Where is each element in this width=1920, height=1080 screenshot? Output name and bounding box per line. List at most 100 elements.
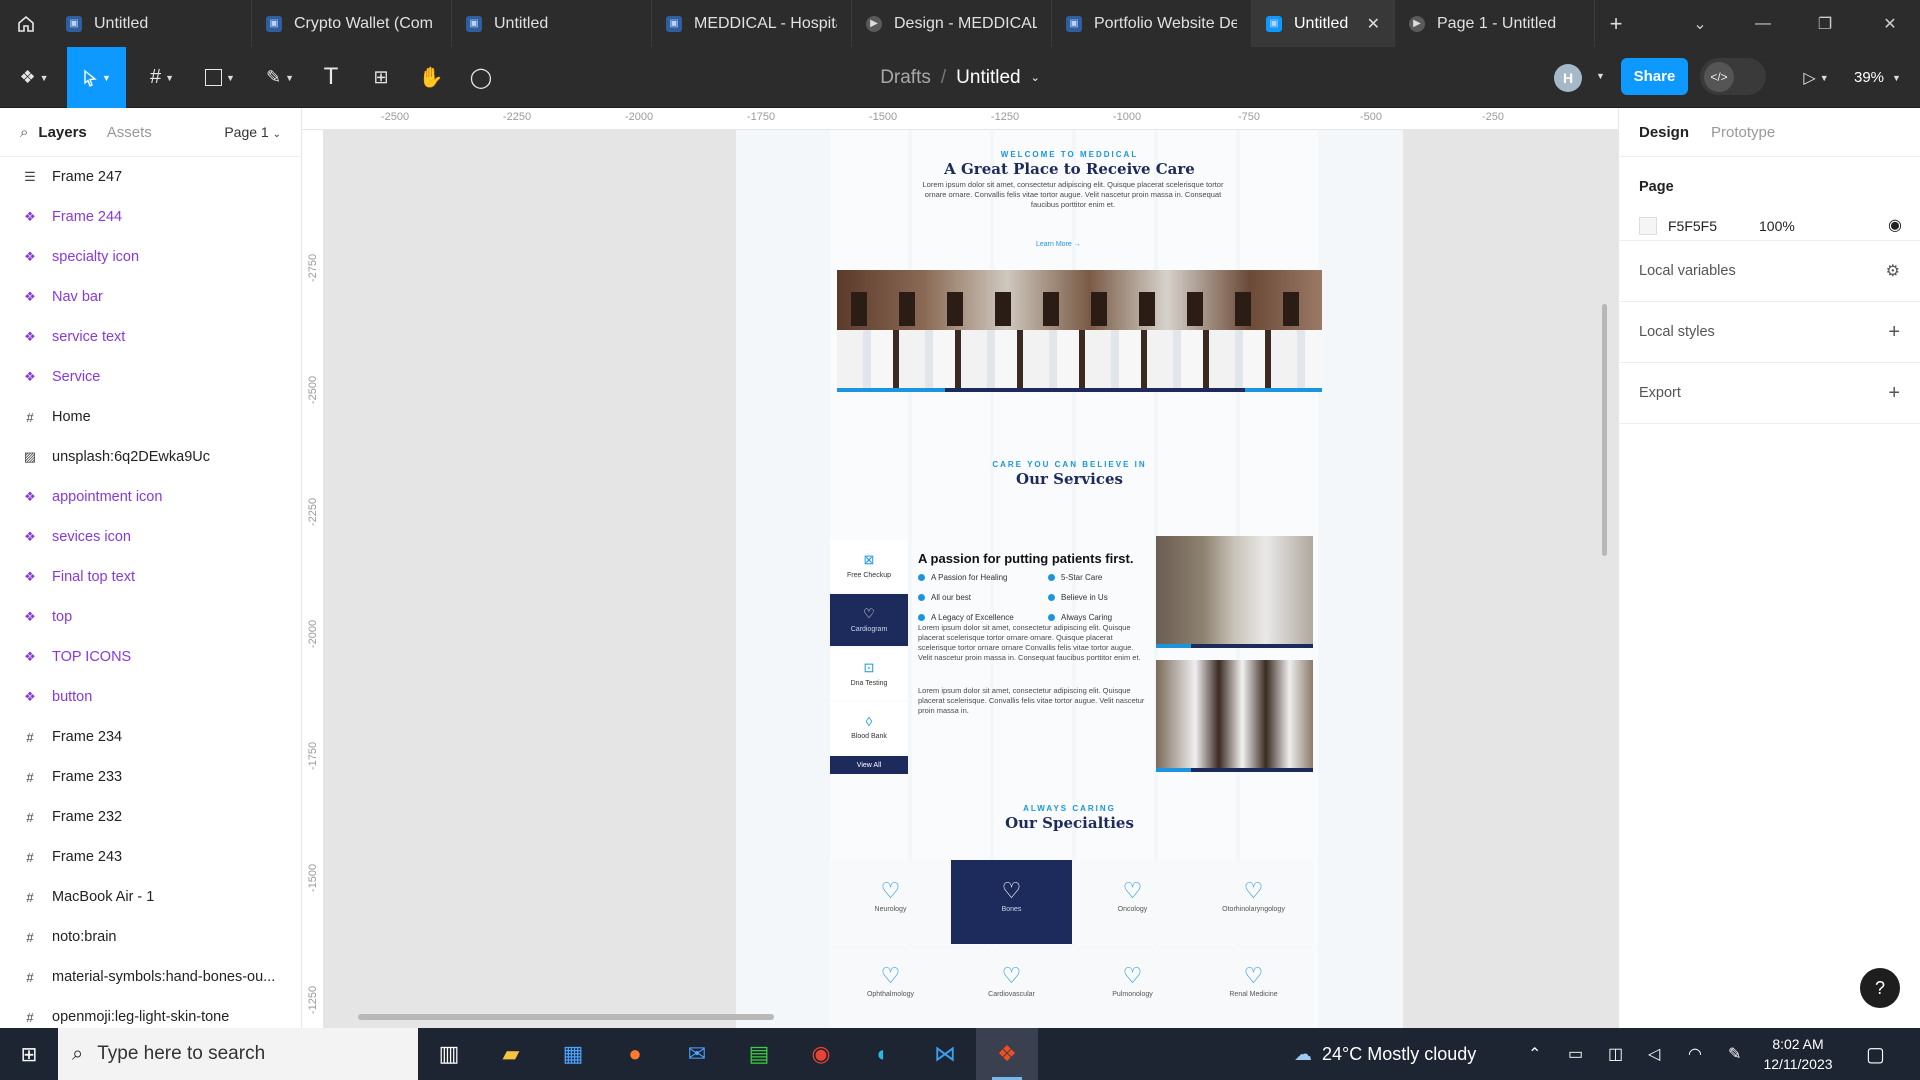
specialty-card-selected[interactable]: ♡ Bones: [951, 860, 1072, 944]
tab-1[interactable]: ▣ Crypto Wallet (Com: [252, 0, 452, 47]
specialty-card[interactable]: ♡ Renal Medicine: [1193, 945, 1314, 1028]
start-button[interactable]: ⊞: [0, 1028, 58, 1080]
close-window-button[interactable]: ✕: [1860, 0, 1920, 47]
dev-mode-toggle[interactable]: </>: [1700, 58, 1766, 95]
vscode-button[interactable]: ⋈: [914, 1028, 976, 1080]
help-button[interactable]: ?: [1860, 968, 1900, 1008]
firefox-button[interactable]: ●: [604, 1028, 666, 1080]
tab-layers[interactable]: Layers: [38, 124, 86, 141]
view-all-button[interactable]: View All: [830, 756, 908, 774]
avatar[interactable]: H: [1554, 64, 1582, 92]
page-opacity[interactable]: 100%: [1759, 218, 1795, 234]
present-button[interactable]: ▷ ▼: [1796, 47, 1836, 108]
canvas[interactable]: WELCOME TO MEDDICAL A Great Place to Rec…: [302, 108, 1618, 1028]
specialty-card[interactable]: ♡ Ophthalmology: [830, 945, 951, 1028]
eye-icon[interactable]: ◉: [1888, 215, 1902, 235]
layer-row[interactable]: ❖ appointment icon: [0, 477, 301, 517]
specialty-card[interactable]: ♡ Neurology: [830, 860, 951, 944]
specialty-card[interactable]: ♡ Cardiovascular: [951, 945, 1072, 1028]
local-variables-section[interactable]: Local variables ⚙: [1619, 241, 1920, 302]
search-icon[interactable]: ⌕: [20, 124, 28, 141]
layer-row[interactable]: ❖ specialty icon: [0, 237, 301, 277]
layer-row[interactable]: ❖ service text: [0, 317, 301, 357]
design-frame[interactable]: WELCOME TO MEDDICAL A Great Place to Rec…: [736, 130, 1403, 1028]
service-blood-bank[interactable]: ◊ Blood Bank: [830, 702, 908, 754]
local-styles-section[interactable]: Local styles +: [1619, 302, 1920, 363]
notifications-button[interactable]: ▢: [1866, 1028, 1885, 1080]
edge-button[interactable]: ◐: [852, 1028, 914, 1080]
layer-row[interactable]: ❖ Final top text: [0, 557, 301, 597]
page-selector[interactable]: Page 1 ⌄: [224, 124, 281, 140]
tab-design[interactable]: Design: [1639, 124, 1689, 141]
tab-2[interactable]: ▣ Untitled: [452, 0, 652, 47]
layer-row[interactable]: ❖ TOP ICONS: [0, 637, 301, 677]
minimize-button[interactable]: —: [1733, 0, 1793, 47]
service-free-checkup[interactable]: ⊠ Free Checkup: [830, 540, 908, 592]
plus-icon[interactable]: +: [1888, 382, 1900, 405]
task-view-button[interactable]: ▥: [418, 1028, 480, 1080]
layer-row[interactable]: # material-symbols:hand-bones-ou...: [0, 957, 301, 997]
specialty-card[interactable]: ♡ Otorhinolaryngology: [1193, 860, 1314, 944]
layer-row[interactable]: # Frame 232: [0, 797, 301, 837]
layer-row[interactable]: ▨ unsplash:6q2DEwka9Uc: [0, 437, 301, 477]
figma-taskbar-button[interactable]: ❖: [976, 1028, 1038, 1080]
close-tab-icon[interactable]: ✕: [1367, 14, 1380, 34]
share-button[interactable]: Share: [1621, 58, 1688, 95]
tab-6-active[interactable]: ▣ Untitled ✕: [1252, 0, 1395, 47]
layer-row[interactable]: ❖ Nav bar: [0, 277, 301, 317]
service-cardiogram[interactable]: ♡ Cardiogram: [830, 594, 908, 646]
export-section[interactable]: Export +: [1619, 363, 1920, 424]
layer-row[interactable]: ❖ top: [0, 597, 301, 637]
tabs-dropdown-button[interactable]: ⌄: [1670, 0, 1730, 47]
weather-widget[interactable]: ☁ 24°C Mostly cloudy: [1294, 1028, 1476, 1080]
restore-button[interactable]: ❐: [1795, 0, 1855, 47]
tab-3[interactable]: ▣ MEDDICAL - Hospita: [652, 0, 852, 47]
clock[interactable]: 8:02 AM 12/11/2023: [1758, 1034, 1838, 1074]
network-button[interactable]: ◠: [1688, 1028, 1702, 1080]
specialty-card[interactable]: ♡ Oncology: [1072, 860, 1193, 944]
sliders-icon[interactable]: ⚙: [1886, 261, 1900, 281]
chevron-down-icon[interactable]: ⌄: [1031, 71, 1040, 84]
tab-7[interactable]: ▶ Page 1 - Untitled: [1395, 0, 1595, 47]
home-button[interactable]: [0, 0, 52, 47]
specialty-card[interactable]: ♡ Pulmonology: [1072, 945, 1193, 1028]
tab-4[interactable]: ▶ Design - MEDDICAL: [852, 0, 1052, 47]
store-button[interactable]: ▦: [542, 1028, 604, 1080]
page-color-swatch[interactable]: [1639, 217, 1657, 235]
layer-row[interactable]: # Frame 233: [0, 757, 301, 797]
learn-more-link[interactable]: Learn More →: [1036, 241, 1081, 248]
horizontal-scrollbar[interactable]: [358, 1014, 774, 1020]
page-color-hex[interactable]: F5F5F5: [1668, 218, 1717, 234]
file-name[interactable]: Untitled: [956, 67, 1020, 89]
tab-5[interactable]: ▣ Portfolio Website De: [1052, 0, 1252, 47]
chrome-button[interactable]: ◉: [790, 1028, 852, 1080]
layer-row[interactable]: # Frame 243: [0, 837, 301, 877]
file-explorer-button[interactable]: ▰: [480, 1028, 542, 1080]
chevron-down-icon[interactable]: ▼: [1596, 71, 1605, 81]
layer-row[interactable]: ❖ button: [0, 677, 301, 717]
tray-overflow-button[interactable]: ⌃: [1528, 1028, 1541, 1080]
layer-row[interactable]: # noto:brain: [0, 917, 301, 957]
battery-button[interactable]: ▭: [1568, 1028, 1583, 1080]
tab-0[interactable]: ▣ Untitled: [52, 0, 252, 47]
layer-row[interactable]: # Home: [0, 397, 301, 437]
layer-row[interactable]: ❖ sevices icon: [0, 517, 301, 557]
new-tab-button[interactable]: +: [1595, 0, 1637, 47]
service-dna-testing[interactable]: ⊡ Dna Testing: [830, 648, 908, 700]
tab-assets[interactable]: Assets: [107, 124, 152, 141]
tab-prototype[interactable]: Prototype: [1711, 124, 1775, 141]
volume-button[interactable]: ◁: [1648, 1028, 1660, 1080]
zoom-menu[interactable]: 39% ▼: [1854, 47, 1901, 108]
layer-row[interactable]: # MacBook Air - 1: [0, 877, 301, 917]
layer-row[interactable]: ❖ Service: [0, 357, 301, 397]
layer-row[interactable]: ❖ Frame 244: [0, 197, 301, 237]
plus-icon[interactable]: +: [1888, 321, 1900, 344]
sheets-button[interactable]: ▤: [728, 1028, 790, 1080]
layer-row[interactable]: ☰ Frame 247: [0, 157, 301, 197]
breadcrumb-drafts[interactable]: Drafts: [880, 67, 931, 89]
taskbar-search[interactable]: ⌕ Type here to search: [58, 1028, 418, 1080]
mail-button[interactable]: ✉: [666, 1028, 728, 1080]
vertical-scrollbar[interactable]: [1602, 304, 1607, 556]
meet-button[interactable]: ◫: [1608, 1028, 1623, 1080]
layer-row[interactable]: # Frame 234: [0, 717, 301, 757]
